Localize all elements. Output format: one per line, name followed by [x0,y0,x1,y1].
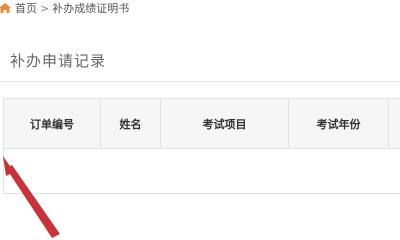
column-header-exam-subject: 考试项目 [161,99,289,148]
page: 首页 > 补办成绩证明书 补办申请记录 订单编号 姓名 考试项目 考试年份 [0,0,400,240]
column-header-order-number: 订单编号 [4,99,101,148]
breadcrumb-current: 补办成绩证明书 [52,2,130,15]
column-header-name: 姓名 [101,99,161,148]
annotation-arrow-icon [3,156,60,238]
column-header-extra [389,99,400,148]
breadcrumb: 首页 > 补办成绩证明书 [0,0,400,16]
column-header-exam-year: 考试年份 [289,99,389,148]
title-divider [0,81,400,82]
breadcrumb-separator: > [40,1,50,15]
section-title: 补办申请记录 [10,52,107,70]
table-header: 订单编号 姓名 考试项目 考试年份 [4,99,400,149]
home-icon[interactable] [0,2,12,14]
breadcrumb-home-link[interactable]: 首页 [15,0,37,16]
